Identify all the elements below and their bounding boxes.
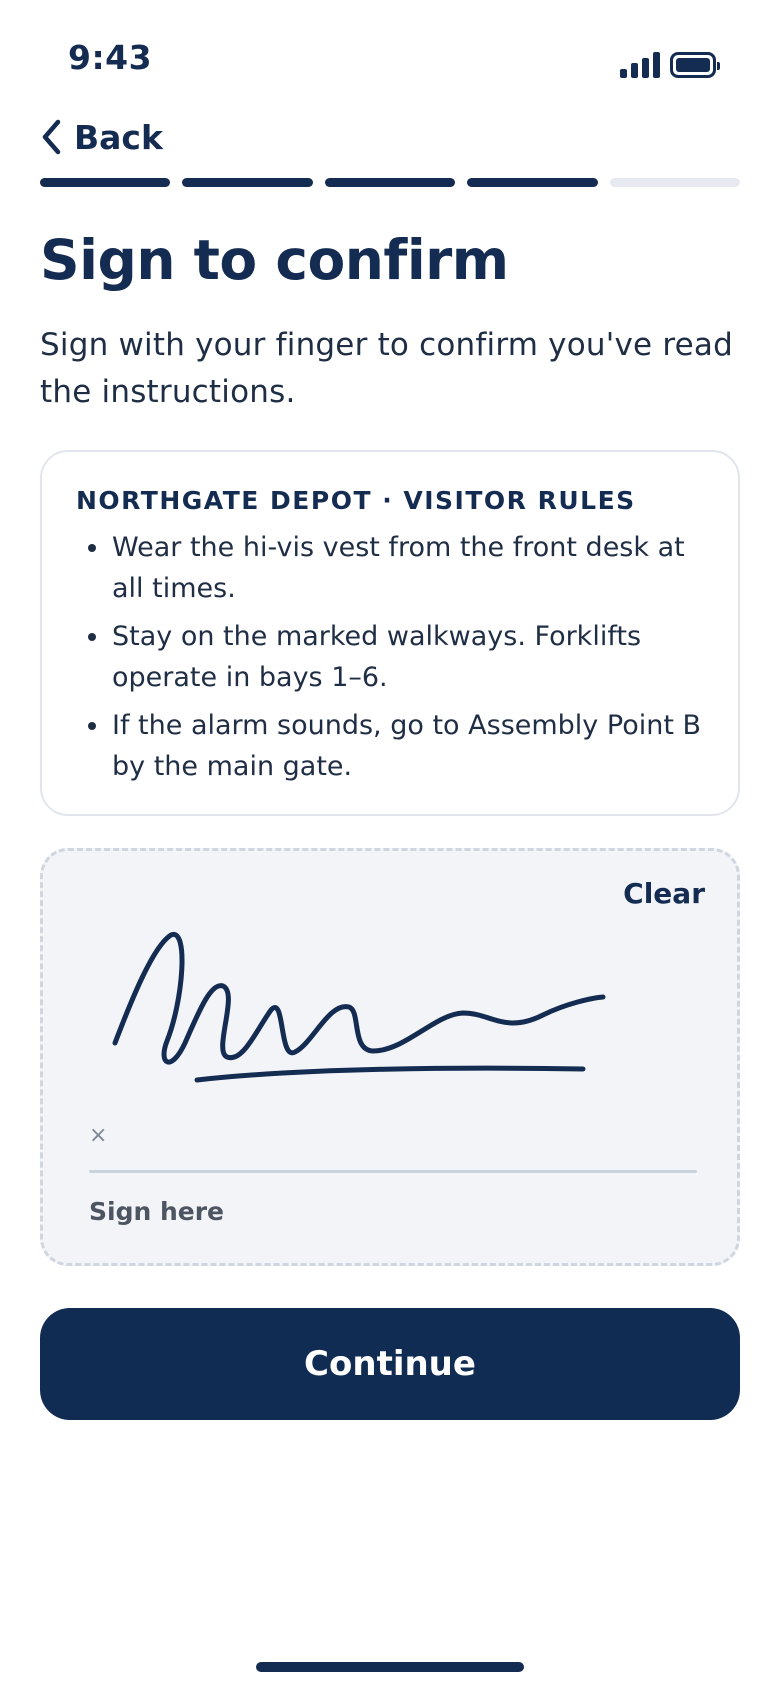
status-bar: 9:43 <box>0 0 780 110</box>
continue-button[interactable]: Continue <box>40 1308 740 1420</box>
back-label: Back <box>74 117 163 157</box>
sign-screen: 9:43 Back Sign to confirm Sign with your… <box>0 0 780 1688</box>
visitor-rules-card: NORTHGATE DEPOT · VISITOR RULES Wear the… <box>40 450 740 816</box>
battery-icon <box>670 52 720 78</box>
chevron-left-icon <box>42 119 61 155</box>
signal-icon <box>620 52 660 78</box>
step-progress <box>40 178 741 187</box>
rules-heading: NORTHGATE DEPOT · VISITOR RULES <box>76 486 636 515</box>
rules-list: Wear the hi-vis vest from the front desk… <box>76 527 706 787</box>
status-icons <box>620 52 720 78</box>
page-title: Sign to confirm <box>40 228 509 292</box>
progress-segment <box>467 178 598 187</box>
sign-here-label: Sign here <box>89 1197 225 1226</box>
sign-marker-icon: × <box>89 1123 108 1148</box>
rule-item: Stay on the marked walkways. Forklifts o… <box>76 616 706 698</box>
progress-segment <box>40 178 171 187</box>
home-indicator <box>256 1662 524 1672</box>
rule-item: If the alarm sounds, go to Assembly Poin… <box>76 705 706 787</box>
page-subtitle: Sign with your finger to confirm you've … <box>40 327 733 410</box>
progress-segment <box>182 178 313 187</box>
rule-item: Wear the hi-vis vest from the front desk… <box>76 527 706 609</box>
back-button[interactable]: Back <box>40 112 163 162</box>
signature-pad[interactable]: Clear × Sign here <box>40 848 740 1266</box>
signature-line <box>89 1170 697 1173</box>
status-time: 9:43 <box>68 38 153 77</box>
progress-segment <box>324 178 456 187</box>
progress-segment <box>609 178 741 187</box>
